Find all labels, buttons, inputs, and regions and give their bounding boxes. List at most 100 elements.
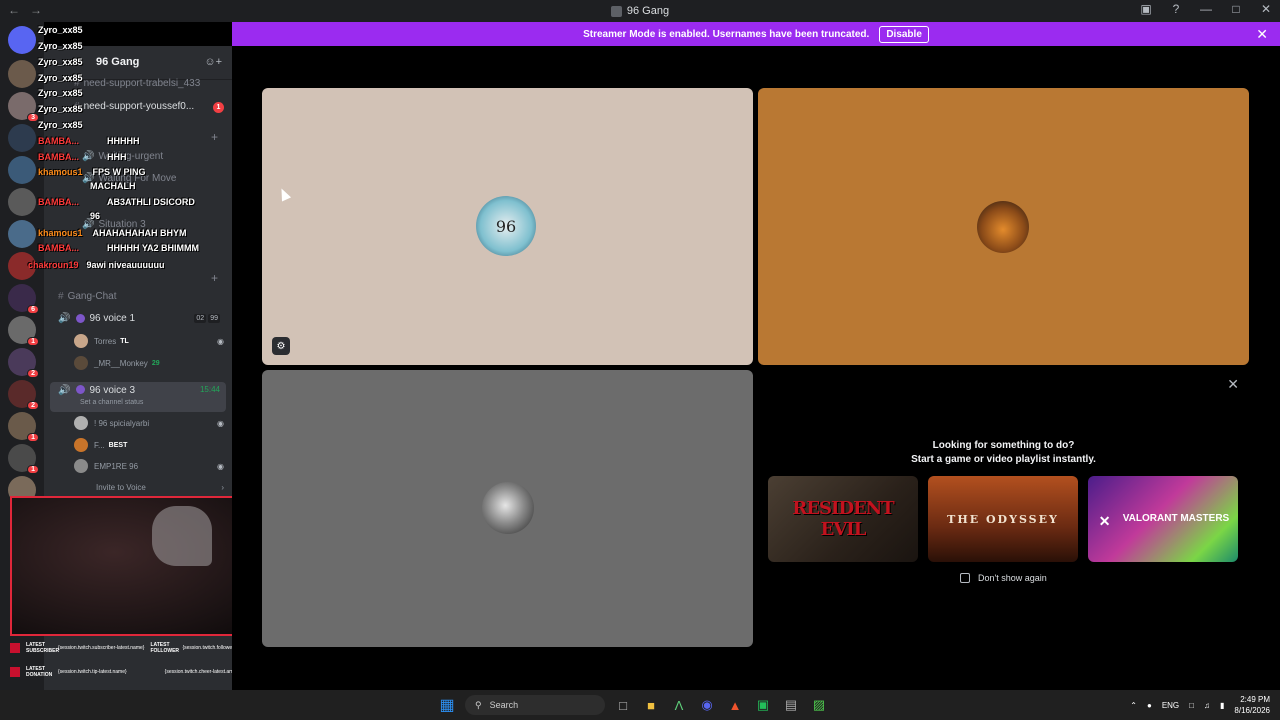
participant-tile[interactable] [262, 370, 753, 647]
user-limit: 99 [208, 313, 220, 323]
discord-icon[interactable]: ◉ [697, 695, 717, 715]
network-icon[interactable]: □ [1189, 701, 1194, 710]
disable-button[interactable]: Disable [879, 25, 929, 43]
back-arrow-icon[interactable]: ← [8, 3, 20, 17]
taskbar: ▦ ⚲ Search □ ■ Λ ◉ ▲ ▣ ▤ ▨ ⌃ ● ENG □ ♫ ▮… [0, 690, 1280, 720]
checkbox[interactable] [960, 573, 970, 583]
chat-line: Zyro_xx85 [38, 25, 83, 35]
avatar [74, 334, 88, 348]
taskbar-search[interactable]: ⚲ Search [465, 695, 605, 715]
task-view-icon[interactable]: □ [613, 695, 633, 715]
invite-to-voice[interactable]: Invite to Voice › [96, 479, 224, 495]
streamer-figure [152, 506, 212, 566]
streamer-mode-banner: Streamer Mode is enabled. Usernames have… [232, 22, 1280, 46]
minimize-button[interactable]: — [1198, 2, 1214, 16]
activity-subheading: Start a game or video playlist instantly… [911, 454, 1096, 465]
participant-tile[interactable]: 96 ⚙ [262, 88, 753, 365]
clock[interactable]: 2:49 PM 8/16/2026 [1234, 694, 1270, 716]
activity-card-resident-evil[interactable]: RESIDENT EVIL [768, 476, 918, 562]
server-icon-5[interactable] [8, 188, 36, 216]
close-banner-icon[interactable]: ✕ [1256, 26, 1268, 43]
channel-need-support-trabelsi[interactable]: # need-support-trabelsi_433 [74, 78, 200, 89]
voice-member[interactable]: ! 96 spicialyarbi ◉ [74, 414, 224, 432]
server-header[interactable]: 96 Gang ☺+ [44, 46, 232, 80]
server-icon-6[interactable] [8, 220, 36, 248]
banner-text: Streamer Mode is enabled. Usernames have… [583, 28, 870, 40]
voice-channel-1-label: 96 voice 1 [89, 312, 136, 324]
server-icon-4[interactable] [8, 156, 36, 184]
voice-member[interactable]: _MR__Monkey 29 [74, 354, 224, 372]
chevron-up-icon[interactable]: ⌃ [1130, 701, 1137, 710]
inbox-icon[interactable]: ▣ [1138, 2, 1154, 16]
system-tray: ⌃ ● ENG □ ♫ ▮ 2:49 PM 8/16/2026 [1130, 694, 1270, 716]
photos-icon[interactable]: ▤ [781, 695, 801, 715]
voice-member[interactable]: F... BEST [74, 436, 224, 454]
windows-start-icon[interactable]: ▦ [437, 695, 457, 715]
channel-emoji-icon [76, 385, 86, 394]
window-titlebar: ← → 96 Gang ▣ ? — □ ✕ [0, 0, 1280, 22]
server-icon-12[interactable]: 1 [8, 412, 39, 442]
search-icon: ⚲ [475, 699, 482, 710]
avatar [74, 416, 88, 430]
channel-gang-chat[interactable]: # Gang-Chat [58, 291, 116, 302]
create-channel-icon-2[interactable]: + [211, 271, 218, 285]
server-icon-11[interactable]: 2 [8, 380, 39, 410]
add-member-icon[interactable]: ☺+ [204, 56, 222, 68]
window-title: 96 Gang [0, 5, 1280, 17]
server-logo-avatar: 96 [476, 196, 536, 256]
create-channel-icon[interactable]: + [211, 130, 218, 144]
server-icon-10[interactable]: 2 [8, 348, 39, 378]
voice-timer: 15:44 [199, 385, 220, 394]
channel-waiting-urgent[interactable]: 🔊 Waiting-urgent [82, 151, 163, 162]
avatar [74, 459, 88, 473]
twitch-icon [10, 643, 20, 653]
stream-icon: ◉ [217, 336, 224, 346]
server-icon-7[interactable] [8, 252, 36, 280]
server-icon-2[interactable]: 3 [8, 92, 39, 122]
activity-icon[interactable]: ⚙ [272, 337, 290, 355]
channel-situation-3[interactable]: 🔊 Situation 3 [82, 219, 146, 230]
activity-card-valorant[interactable]: VALORANT MASTERS [1088, 476, 1238, 562]
channel-need-support-youssef[interactable]: # need-support-youssef0... [74, 101, 194, 112]
volume-icon[interactable]: ♫ [1204, 701, 1210, 710]
voice-call-area: 96 ⚙ ✕ Looking for something to do? Star… [232, 46, 1280, 690]
server-icon-13[interactable]: 1 [8, 444, 39, 474]
voice-member[interactable]: Torres TL ◉ [74, 332, 224, 350]
brave-icon[interactable]: ▲ [725, 695, 745, 715]
channel-emoji-icon [76, 313, 86, 323]
language-indicator[interactable]: ENG [1162, 701, 1179, 710]
forward-arrow-icon[interactable]: → [30, 3, 42, 17]
voice-channel-3-label: 96 voice 3 [89, 385, 136, 396]
avatar [74, 356, 88, 370]
microphone-icon[interactable]: ● [1147, 701, 1152, 710]
unread-badge: 1 [213, 102, 224, 113]
close-icon[interactable]: ✕ [1227, 376, 1239, 393]
app-icon-2[interactable]: ▣ [753, 695, 773, 715]
user-avatar [482, 482, 534, 534]
app-icon-3[interactable]: ▨ [809, 695, 829, 715]
participant-tile[interactable] [758, 88, 1249, 365]
close-button[interactable]: ✕ [1258, 2, 1274, 16]
activity-heading: Looking for something to do? [932, 440, 1075, 451]
help-icon[interactable]: ? [1168, 2, 1184, 16]
nav-arrows: ← → [8, 3, 42, 17]
channel-waiting-for-move[interactable]: 🔊 Waiting For Move [82, 173, 176, 184]
server-icon-3[interactable] [8, 124, 36, 152]
activity-card-odyssey[interactable]: THE ODYSSEY [928, 476, 1078, 562]
server-icon-1[interactable] [8, 60, 36, 88]
app-icon[interactable]: Λ [669, 695, 689, 715]
file-explorer-icon[interactable]: ■ [641, 695, 661, 715]
voice-channel-1[interactable]: 🔊 96 voice 1 02 99 [50, 308, 226, 328]
voice-channel-3[interactable]: 🔊 96 voice 3 15:44 Set a channel status [50, 382, 226, 412]
channel-status[interactable]: Set a channel status [80, 399, 143, 406]
user-avatar [977, 201, 1029, 253]
voice-member[interactable]: EMP1RE 96 ◉ [74, 457, 224, 475]
maximize-button[interactable]: □ [1228, 2, 1244, 16]
discord-home-icon[interactable] [8, 26, 36, 54]
server-icon-9[interactable]: 1 [8, 316, 39, 346]
server-name[interactable]: 96 Gang [96, 56, 139, 68]
server-icon-8[interactable]: 6 [8, 284, 39, 314]
battery-icon[interactable]: ▮ [1220, 701, 1224, 710]
window-title-text: 96 Gang [626, 5, 670, 17]
dont-show-again[interactable]: Don't show again [960, 573, 1047, 583]
